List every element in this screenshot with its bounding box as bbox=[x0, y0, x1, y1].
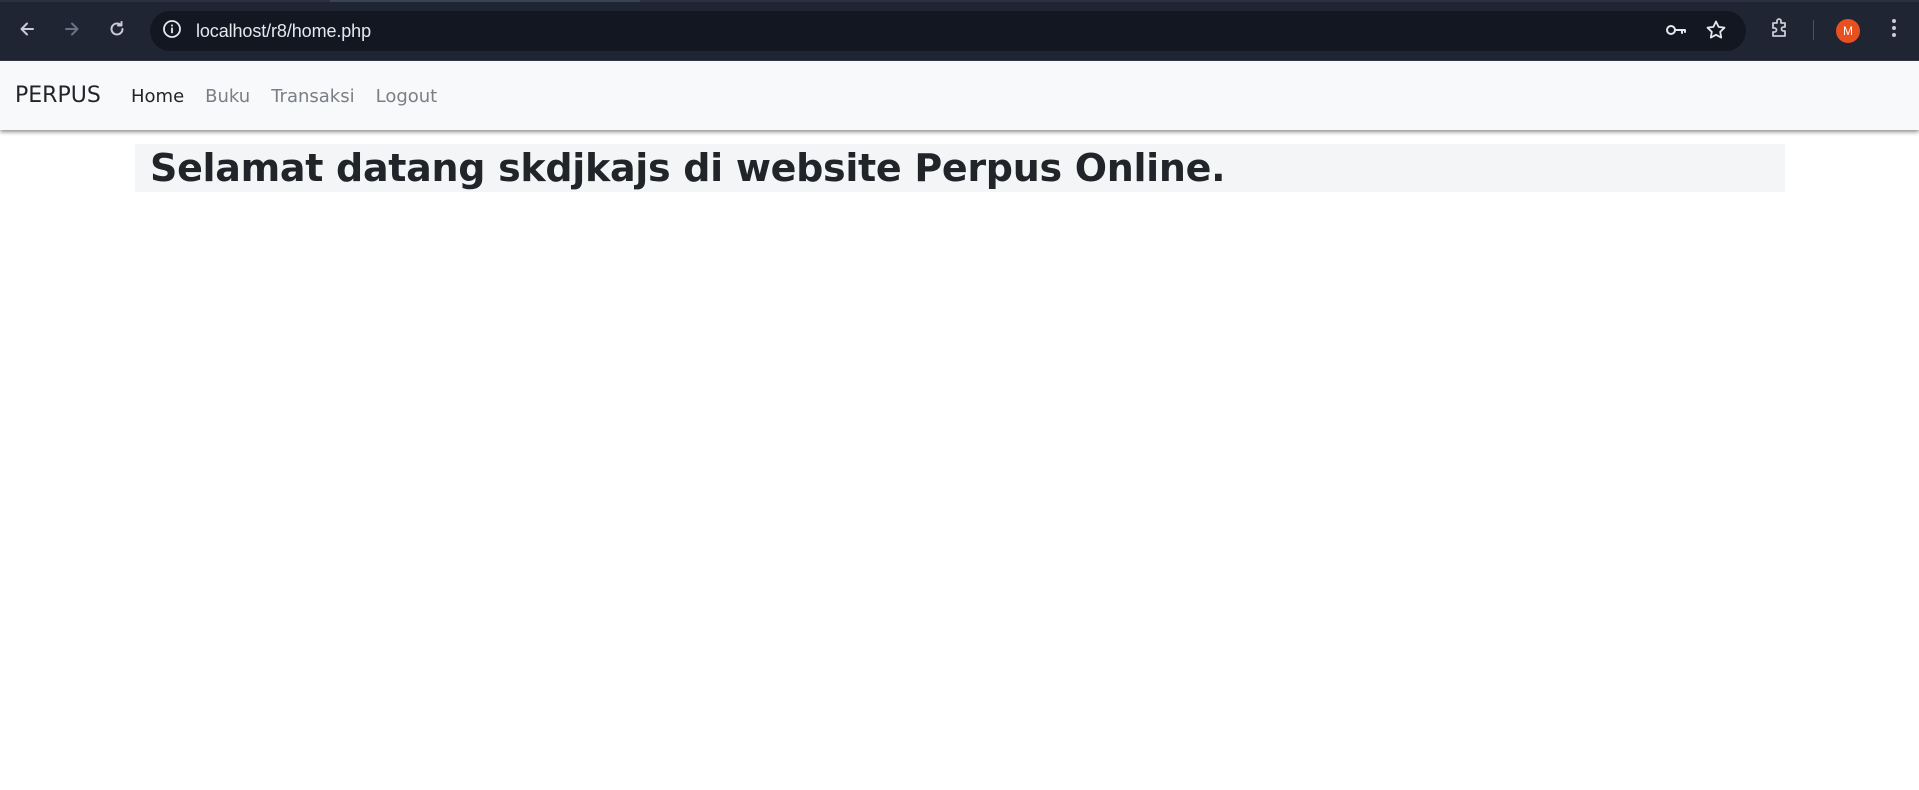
nav-link-buku[interactable]: Buku bbox=[205, 86, 250, 107]
browser-menu-button[interactable] bbox=[1881, 17, 1907, 43]
nav-link-logout[interactable]: Logout bbox=[376, 86, 438, 107]
kebab-menu-icon bbox=[1890, 17, 1898, 44]
nav-links: Home Buku Transaksi Logout bbox=[131, 86, 458, 107]
tab-strip bbox=[0, 0, 1919, 2]
url-text[interactable]: localhost/r8/home.php bbox=[196, 21, 371, 42]
active-tab-edge bbox=[330, 0, 640, 2]
info-icon bbox=[162, 19, 182, 44]
site-navbar: PERPUS Home Buku Transaksi Logout bbox=[0, 61, 1919, 130]
forward-button[interactable] bbox=[57, 14, 87, 44]
back-button[interactable] bbox=[12, 14, 42, 44]
star-icon bbox=[1705, 19, 1727, 46]
password-key-button[interactable] bbox=[1664, 20, 1688, 44]
reload-icon bbox=[108, 20, 126, 38]
toolbar-divider bbox=[1813, 20, 1814, 40]
nav-link-home[interactable]: Home bbox=[131, 86, 184, 107]
brand-link[interactable]: PERPUS bbox=[15, 83, 101, 108]
browser-toolbar: localhost/r8/home.php M bbox=[0, 0, 1919, 61]
page-title: Selamat datang skdjkajs di website Perpu… bbox=[150, 146, 1226, 190]
arrow-right-icon bbox=[63, 20, 81, 38]
extensions-button[interactable] bbox=[1768, 17, 1794, 43]
welcome-banner: Selamat datang skdjkajs di website Perpu… bbox=[135, 144, 1785, 192]
site-info-button[interactable] bbox=[160, 19, 184, 43]
address-bar[interactable]: localhost/r8/home.php bbox=[150, 11, 1746, 51]
key-icon bbox=[1664, 18, 1688, 47]
reload-button[interactable] bbox=[102, 14, 132, 44]
arrow-left-icon bbox=[18, 20, 36, 38]
profile-avatar[interactable]: M bbox=[1836, 19, 1860, 43]
nav-link-transaksi[interactable]: Transaksi bbox=[271, 86, 354, 107]
bookmark-button[interactable] bbox=[1704, 20, 1728, 44]
puzzle-icon bbox=[1769, 16, 1793, 45]
